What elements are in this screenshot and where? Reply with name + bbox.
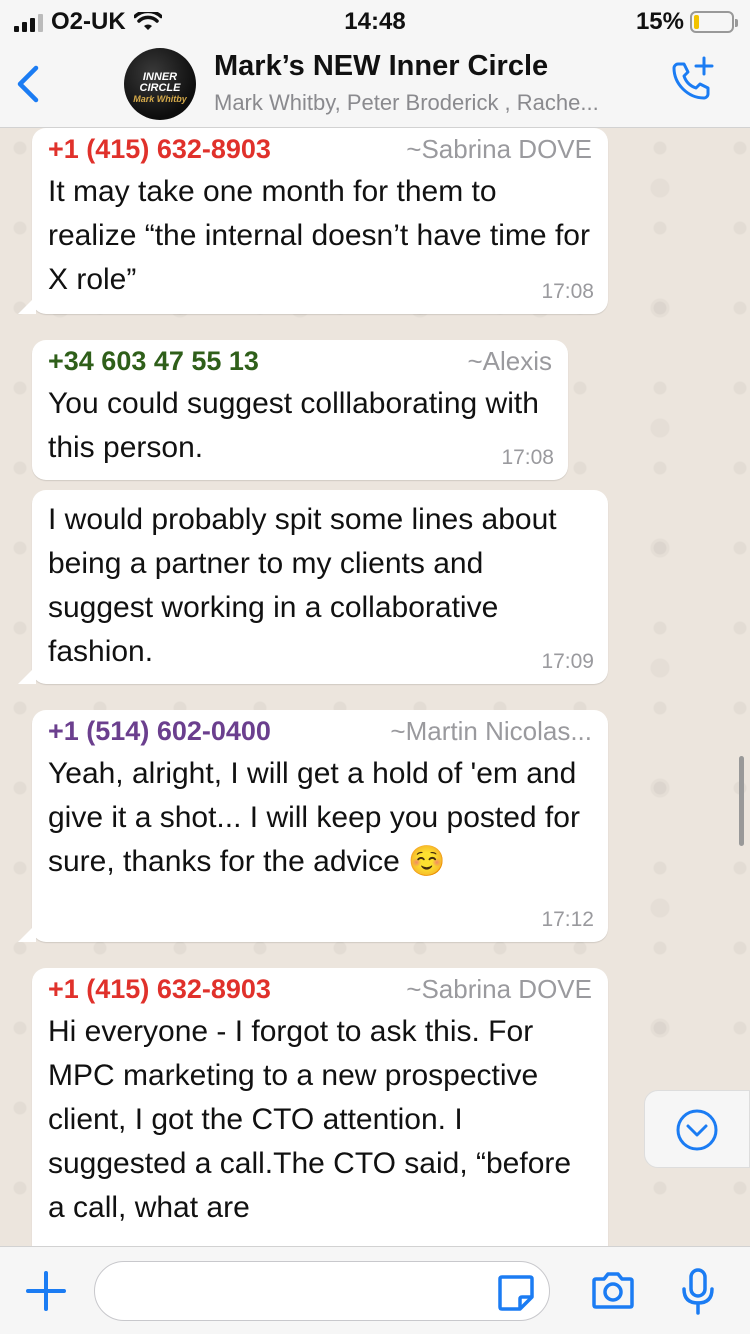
- sender-row: +1 (514) 602-0400 ~Martin Nicolas...: [48, 714, 592, 752]
- message-bubble[interactable]: +34 603 47 55 13 ~Alexis You could sugge…: [32, 340, 568, 480]
- back-chevron-icon[interactable]: [14, 64, 44, 104]
- status-right: 15%: [635, 8, 738, 36]
- sender-name: ~Sabrina DOVE: [406, 134, 592, 164]
- message-time: 17:08: [501, 446, 554, 469]
- group-avatar[interactable]: INNER CIRCLE Mark Whitby: [124, 48, 196, 120]
- sticker-icon[interactable]: [496, 1273, 536, 1313]
- sender-phone[interactable]: +1 (415) 632-8903: [48, 134, 271, 165]
- sender-phone[interactable]: +34 603 47 55 13: [48, 346, 259, 377]
- chat-header: INNER CIRCLE Mark Whitby Mark’s NEW Inne…: [0, 40, 750, 128]
- sender-row: +34 603 47 55 13 ~Alexis: [48, 344, 552, 382]
- message-bubble[interactable]: +1 (514) 602-0400 ~Martin Nicolas... Yea…: [18, 710, 608, 942]
- battery-fill: [694, 15, 700, 29]
- sender-name: ~Martin Nicolas...: [390, 716, 592, 746]
- add-call-icon[interactable]: [668, 56, 716, 104]
- status-bar: O2-UK 14:48 15%: [0, 0, 750, 40]
- sender-row: +1 (415) 632-8903 ~Sabrina DOVE: [48, 972, 592, 1010]
- message-input[interactable]: [94, 1261, 550, 1321]
- group-members[interactable]: Mark Whitby, Peter Broderick , Rache...: [214, 90, 654, 116]
- sender-phone[interactable]: +1 (415) 632-8903: [48, 974, 271, 1005]
- battery-percent: 15%: [635, 8, 684, 35]
- camera-icon[interactable]: [590, 1271, 636, 1311]
- input-bar: [0, 1246, 750, 1334]
- message-text: You could suggest colllaborating with th…: [48, 387, 539, 464]
- message-bubble[interactable]: I would probably spit some lines about b…: [18, 490, 608, 684]
- battery-icon: [690, 11, 738, 33]
- sender-name: ~Sabrina DOVE: [406, 974, 592, 1004]
- microphone-icon[interactable]: [680, 1267, 716, 1317]
- sender-name: ~Alexis: [467, 346, 552, 376]
- message-bubble[interactable]: +1 (415) 632-8903 ~Sabrina DOVE Hi every…: [32, 968, 608, 1246]
- message-text: Yeah, alright, I will get a hold of 'em …: [48, 757, 580, 878]
- plus-icon[interactable]: [26, 1271, 66, 1311]
- sender-row: +1 (415) 632-8903 ~Sabrina DOVE: [48, 132, 592, 170]
- message-text: I would probably spit some lines about b…: [48, 503, 557, 668]
- message-text: It may take one month for them to realiz…: [48, 175, 590, 296]
- message-text: Hi everyone - I forgot to ask this. For …: [48, 1015, 572, 1224]
- message-time: 17:12: [541, 908, 594, 931]
- chat-area[interactable]: +1 (415) 632-8903 ~Sabrina DOVE It may t…: [0, 128, 750, 1246]
- scroll-indicator[interactable]: [739, 756, 744, 846]
- sender-phone[interactable]: +1 (514) 602-0400: [48, 716, 271, 747]
- message-time: 17:08: [541, 280, 594, 303]
- group-title[interactable]: Mark’s NEW Inner Circle: [214, 50, 548, 83]
- message-bubble[interactable]: +1 (415) 632-8903 ~Sabrina DOVE It may t…: [18, 128, 608, 314]
- message-time: 17:09: [541, 650, 594, 673]
- chevron-down-circle-icon: [676, 1109, 718, 1151]
- scroll-to-bottom-button[interactable]: [644, 1090, 750, 1168]
